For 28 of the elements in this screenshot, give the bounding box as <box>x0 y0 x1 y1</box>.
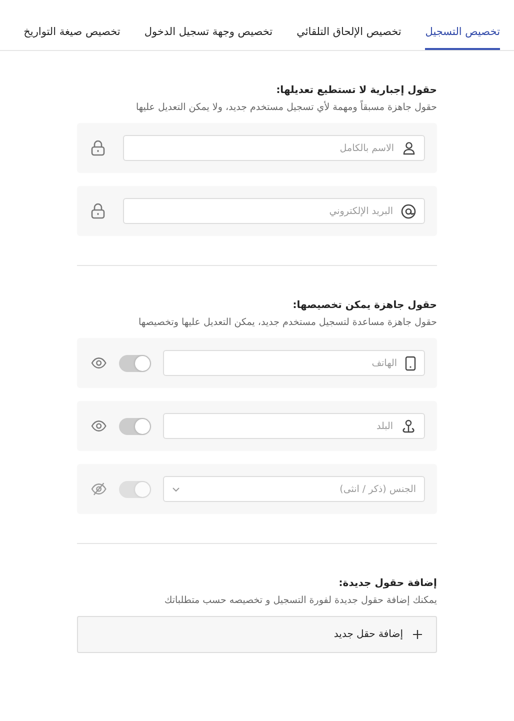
section-title: إضافة حقول جديدة: <box>338 578 437 589</box>
chevron-icon <box>172 486 180 492</box>
plus-icon <box>413 630 422 639</box>
placeholder-text: البلد <box>376 420 393 432</box>
section-description: حقول جاهزة مساعدة لتسجيل مستخدم جديد، يمكن التعديل عليها وتخصيصها <box>137 317 437 328</box>
lock-icon <box>91 203 105 219</box>
section-title: حقول إجبارية لا تستطيع تعديلها: <box>275 85 437 96</box>
placeholder-text: الجنس (ذكر / انثى) <box>340 484 416 494</box>
tab[interactable]: تخصيص الإلحاق التلقائي <box>296 24 402 50</box>
placeholder-text: الاسم بالكامل <box>340 142 394 154</box>
user-icon <box>402 141 416 155</box>
location-pin-icon <box>401 418 416 434</box>
eye-icon[interactable] <box>91 357 107 369</box>
lock-icon <box>91 140 105 156</box>
placeholder-text: البريد الإلكتروني <box>329 206 393 216</box>
eye-icon[interactable] <box>91 420 107 432</box>
section-description: حقول جاهزة مسبقاً ومهمة لأي تسجيل مستخدم جديد، ولا يمكن التعديل عليها <box>134 102 437 113</box>
section-description: يمكنك إضافة حقول جديدة لفورة التسجيل و تخصيصه حسب متطلباتك <box>163 595 437 606</box>
section-title: حقول جاهزة يمكن تخصيصها: <box>292 300 437 311</box>
toggle-switch[interactable] <box>118 418 151 434</box>
toggle-switch[interactable] <box>118 354 151 372</box>
tab[interactable]: تخصيص وجهة تسجيل الدخول <box>144 24 273 50</box>
phone-icon <box>405 356 416 370</box>
at-icon <box>401 204 416 218</box>
tab[interactable]: تخصيص صيغة التواريخ <box>24 24 120 50</box>
add-field-button[interactable]: إضافة حقل جديد <box>77 616 437 653</box>
placeholder-text: الهاتف <box>372 358 397 368</box>
tab[interactable]: تخصيص التسجيل <box>425 24 500 50</box>
